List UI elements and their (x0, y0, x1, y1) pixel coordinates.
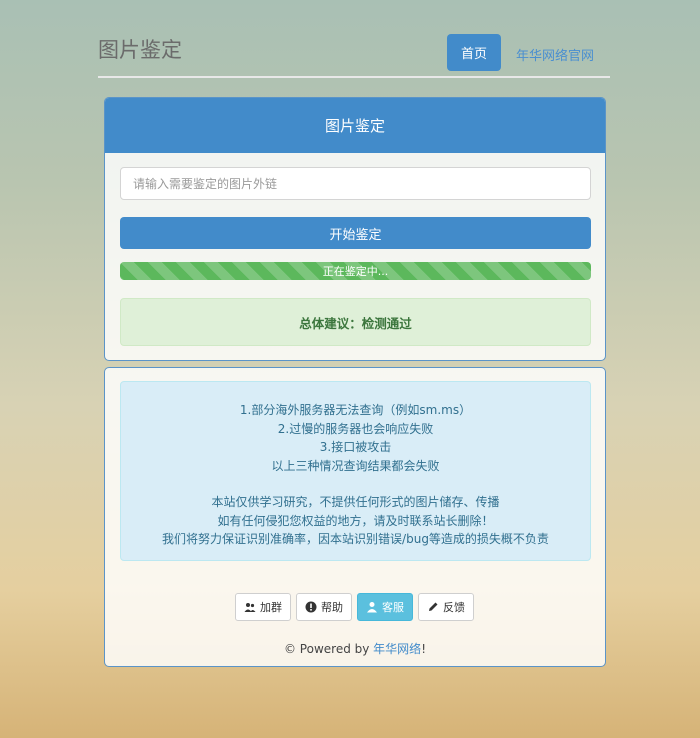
help-label: 帮助 (321, 601, 343, 614)
notice-line: 3.接口被攻击 (319, 440, 392, 454)
notice-line: 2.过慢的服务器也会响应失败 (277, 421, 434, 436)
footer: © Powered by 年华网络! (105, 640, 605, 657)
action-buttons: 加群 帮助 客服 反馈 (235, 593, 474, 621)
feedback-button[interactable]: 反馈 (418, 593, 474, 621)
identify-panel: 图片鉴定 请输入需要鉴定的图片外链 开始鉴定 正在鉴定中... 总体建议：检测通… (104, 97, 606, 361)
nav-home-button[interactable]: 首页 (447, 34, 501, 71)
start-identify-button[interactable]: 开始鉴定 (120, 217, 591, 249)
info-icon (305, 601, 317, 613)
info-panel: 1.部分海外服务器无法查询（例如sm.ms） 2.过慢的服务器也会响应失败 3.… (104, 367, 606, 667)
customer-service-button[interactable]: 客服 (357, 593, 413, 621)
top-navbar: 图片鉴定 首页 年华网络官网 (98, 30, 610, 78)
join-group-button[interactable]: 加群 (235, 593, 291, 621)
footer-suffix: ! (421, 642, 426, 656)
panel-title: 图片鉴定 (105, 98, 605, 153)
feedback-label: 反馈 (443, 601, 465, 614)
nav-official-link[interactable]: 年华网络官网 (516, 45, 594, 64)
notice-line: 1.部分海外服务器无法查询（例如sm.ms） (239, 403, 472, 417)
footer-prefix: © Powered by (283, 642, 374, 656)
notice-line: 本站仅供学习研究，不提供任何形式的图片储存、传播 (211, 495, 500, 509)
users-icon (244, 603, 256, 612)
notice-line: 如有任何侵犯您权益的地方，请及时联系站长删除！ (217, 513, 494, 528)
user-icon (367, 602, 377, 613)
site-title: 图片鉴定 (98, 38, 182, 62)
image-url-input[interactable]: 请输入需要鉴定的图片外链 (120, 167, 591, 200)
customer-service-label: 客服 (382, 601, 404, 614)
help-button[interactable]: 帮助 (296, 593, 352, 621)
join-group-label: 加群 (260, 601, 282, 614)
notice-line: 以上三种情况查询结果都会失败 (271, 458, 440, 473)
footer-brand-link[interactable]: 年华网络 (373, 642, 421, 656)
notice-spacer (121, 475, 590, 493)
progress-bar: 正在鉴定中... (120, 262, 591, 280)
notice-line: 我们将努力保证识别准确率，因本站识别错误/bug等造成的损失概不负责 (162, 532, 549, 546)
result-alert: 总体建议：检测通过 (120, 298, 591, 346)
pencil-icon (429, 602, 438, 611)
notice-box: 1.部分海外服务器无法查询（例如sm.ms） 2.过慢的服务器也会响应失败 3.… (120, 381, 591, 561)
progress-label: 正在鉴定中... (322, 265, 389, 278)
image-url-placeholder: 请输入需要鉴定的图片外链 (133, 177, 278, 191)
